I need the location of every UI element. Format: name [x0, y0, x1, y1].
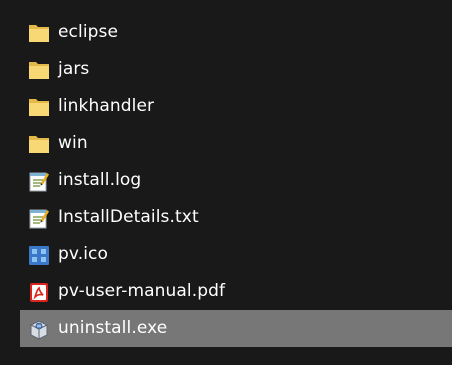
- file-list: eclipse jars linkhandler win install.log…: [20, 14, 452, 347]
- file-item-pv-user-manual-pdf[interactable]: pv-user-manual.pdf: [20, 273, 452, 310]
- folder-icon: [26, 57, 52, 83]
- file-name: pv-user-manual.pdf: [58, 281, 226, 301]
- file-name: pv.ico: [58, 244, 109, 264]
- file-item-linkhandler[interactable]: linkhandler: [20, 88, 452, 125]
- file-explorer-panel: eclipse jars linkhandler win install.log…: [0, 0, 452, 365]
- folder-icon: [26, 20, 52, 46]
- file-item-win[interactable]: win: [20, 125, 452, 162]
- file-name: install.log: [58, 170, 142, 190]
- file-name: jars: [58, 59, 90, 79]
- ico-file-icon: [26, 242, 52, 268]
- text-file-icon: [26, 168, 52, 194]
- folder-icon: [26, 94, 52, 120]
- text-file-icon: [26, 205, 52, 231]
- file-name: eclipse: [58, 22, 119, 42]
- pdf-file-icon: [26, 279, 52, 305]
- installer-exe-icon: [26, 316, 52, 342]
- file-name: win: [58, 133, 88, 153]
- file-item-jars[interactable]: jars: [20, 51, 452, 88]
- file-item-installdetails-txt[interactable]: InstallDetails.txt: [20, 199, 452, 236]
- file-name: InstallDetails.txt: [58, 207, 199, 227]
- file-item-pv-ico[interactable]: pv.ico: [20, 236, 452, 273]
- file-name: linkhandler: [58, 96, 155, 116]
- file-item-eclipse[interactable]: eclipse: [20, 14, 452, 51]
- file-item-install-log[interactable]: install.log: [20, 162, 452, 199]
- file-name: uninstall.exe: [58, 318, 168, 338]
- file-item-uninstall-exe[interactable]: uninstall.exe: [20, 310, 452, 347]
- folder-icon: [26, 131, 52, 157]
